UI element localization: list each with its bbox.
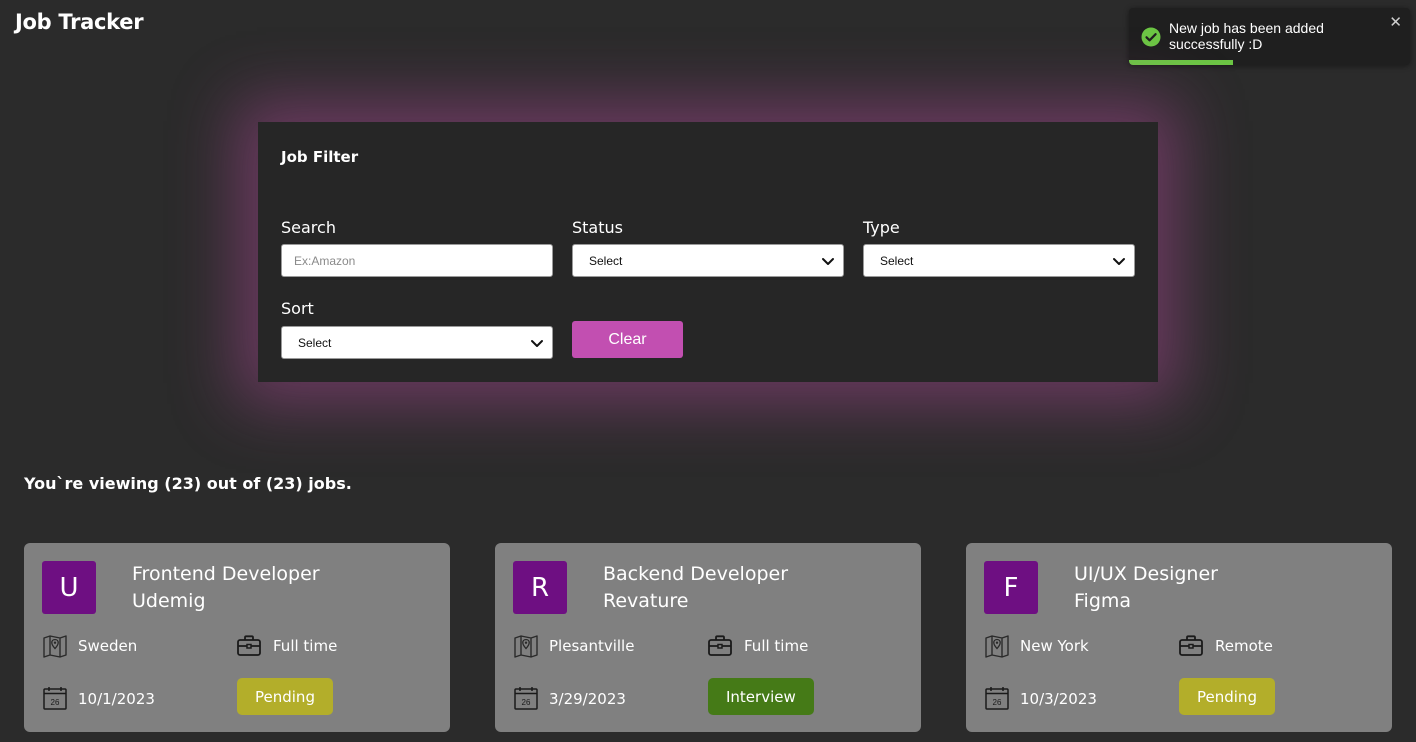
briefcase-icon <box>237 635 261 656</box>
chevron-down-icon <box>531 339 543 347</box>
job-date: 10/3/2023 <box>1020 690 1097 708</box>
sort-select[interactable]: Select <box>281 326 553 359</box>
briefcase-icon <box>708 635 732 656</box>
map-icon <box>514 635 538 658</box>
search-label: Search <box>281 218 336 237</box>
calendar-day: 26 <box>51 698 60 707</box>
status-select-value: Select <box>589 253 623 268</box>
job-location: New York <box>1020 637 1089 655</box>
calendar-icon: 26 <box>985 687 1009 710</box>
job-company: Udemig <box>132 590 206 612</box>
calendar-icon: 26 <box>514 687 538 710</box>
job-card[interactable]: R Backend Developer Revature Plesantvill… <box>495 543 921 732</box>
toast-notification[interactable]: New job has been added successfully :D ✕ <box>1129 8 1410 65</box>
toast-message: New job has been added successfully :D <box>1169 20 1324 52</box>
company-avatar: R <box>513 561 567 614</box>
job-date: 3/29/2023 <box>549 690 626 708</box>
status-label: Status <box>572 218 623 237</box>
job-location: Sweden <box>78 637 138 655</box>
job-card[interactable]: U Frontend Developer Udemig Sweden Full … <box>24 543 450 732</box>
type-label: Type <box>863 218 900 237</box>
calendar-day: 26 <box>993 698 1002 707</box>
search-input[interactable] <box>281 244 553 277</box>
calendar-day: 26 <box>522 698 531 707</box>
job-filter-panel: Job Filter Search Status Select Type Sel… <box>258 122 1158 382</box>
type-select[interactable]: Select <box>863 244 1135 277</box>
job-date: 10/1/2023 <box>78 690 155 708</box>
briefcase-icon <box>1179 635 1203 656</box>
app-title: Job Tracker <box>15 10 144 34</box>
job-location: Plesantville <box>549 637 635 655</box>
type-select-value: Select <box>880 253 914 268</box>
job-company: Figma <box>1074 590 1132 612</box>
sort-label: Sort <box>281 299 314 318</box>
chevron-down-icon <box>822 257 834 265</box>
map-icon <box>43 635 67 658</box>
status-badge: Pending <box>237 678 333 715</box>
job-position: UI/UX Designer <box>1074 563 1218 585</box>
job-position: Frontend Developer <box>132 563 320 585</box>
job-type: Full time <box>744 637 809 655</box>
check-circle-icon <box>1141 27 1161 47</box>
results-summary: You`re viewing (23) out of (23) jobs. <box>24 474 352 493</box>
company-avatar: U <box>42 561 96 614</box>
close-icon[interactable]: ✕ <box>1389 13 1402 31</box>
map-icon <box>985 635 1009 658</box>
job-card[interactable]: F UI/UX Designer Figma New York Remote 2… <box>966 543 1392 732</box>
status-badge: Interview <box>708 678 814 715</box>
chevron-down-icon <box>1113 257 1125 265</box>
status-select[interactable]: Select <box>572 244 844 277</box>
filter-title: Job Filter <box>281 148 359 166</box>
job-type: Remote <box>1215 637 1273 655</box>
clear-button[interactable]: Clear <box>572 321 683 358</box>
status-badge: Pending <box>1179 678 1275 715</box>
job-position: Backend Developer <box>603 563 788 585</box>
company-avatar: F <box>984 561 1038 614</box>
sort-select-value: Select <box>298 335 332 350</box>
calendar-icon: 26 <box>43 687 67 710</box>
toast-progress-bar <box>1129 60 1233 65</box>
job-company: Revature <box>603 590 689 612</box>
job-type: Full time <box>273 637 338 655</box>
